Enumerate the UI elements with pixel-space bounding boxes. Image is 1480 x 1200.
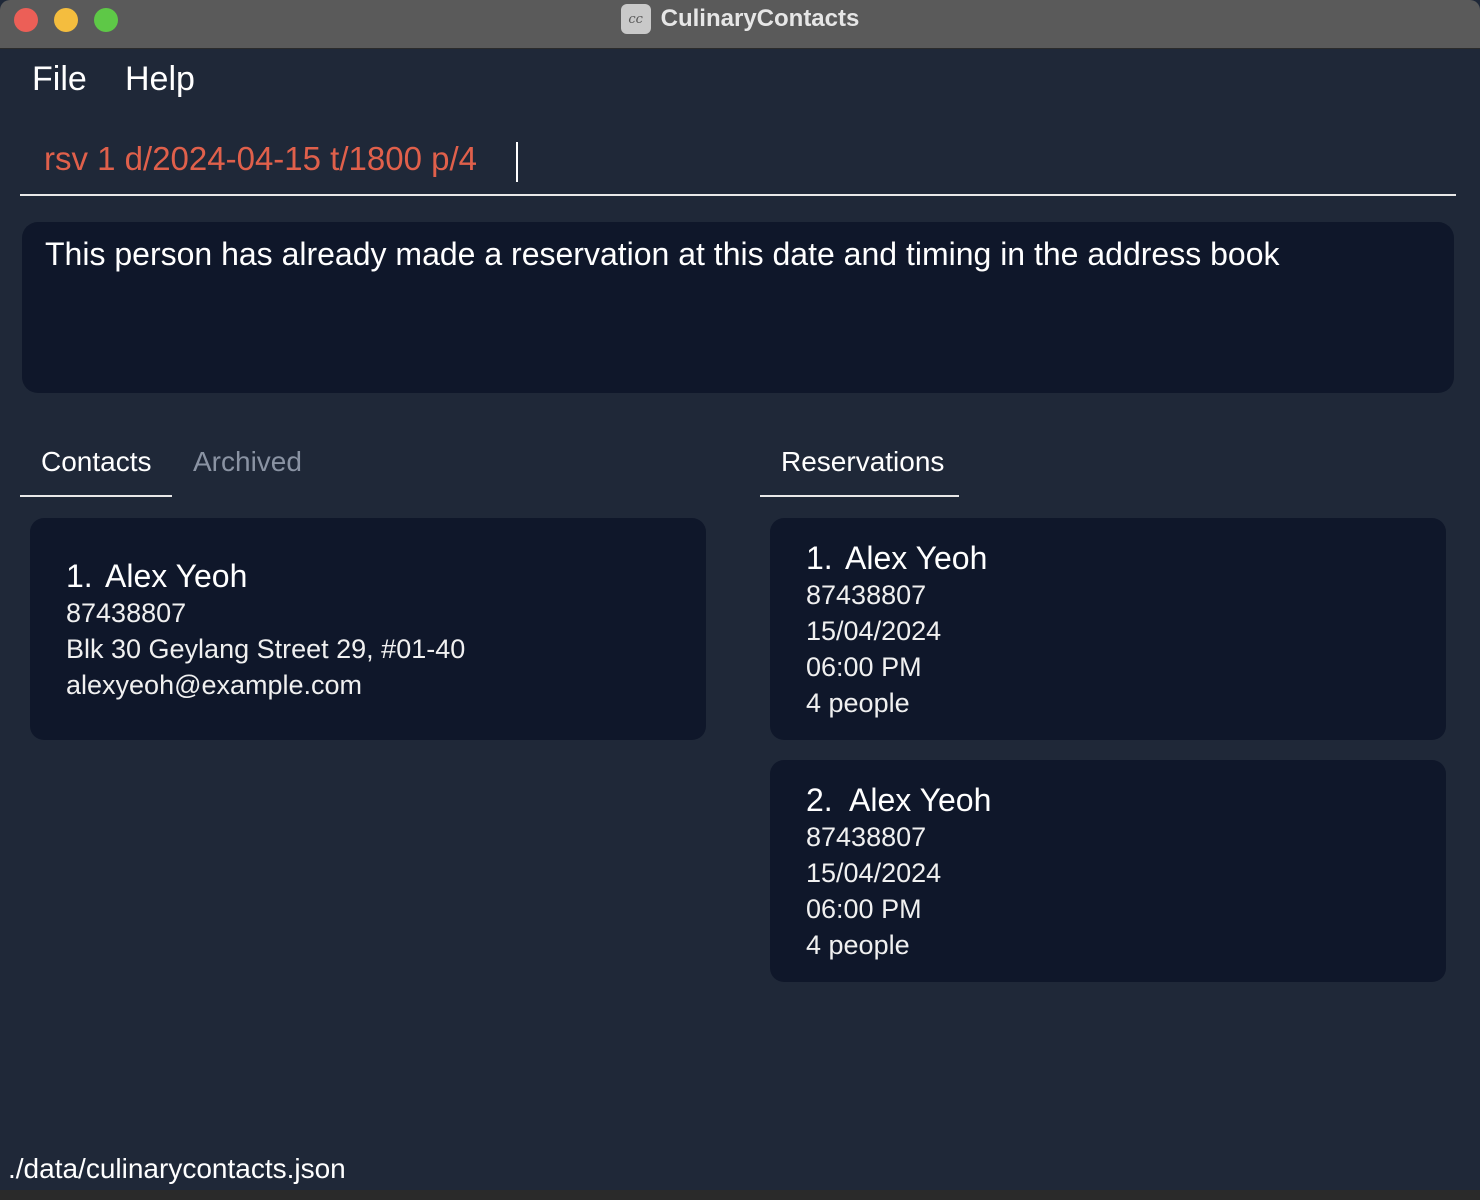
reservation-time: 06:00 PM	[806, 894, 922, 924]
text-cursor	[516, 142, 518, 182]
menu-file[interactable]: File	[32, 60, 87, 99]
reservation-date: 15/04/2024	[806, 858, 942, 888]
tab-reservations[interactable]: Reservations	[781, 446, 944, 478]
status-file-path: ./data/culinarycontacts.json	[8, 1153, 346, 1184]
reservation-phone: 87438807	[806, 580, 927, 610]
reservation-date: 15/04/2024	[806, 616, 942, 646]
app-icon: cc	[620, 4, 651, 34]
contact-name: Alex Yeoh	[105, 558, 248, 594]
result-message: This person has already made a reservati…	[45, 236, 1280, 272]
window-title: CulinaryContacts	[660, 5, 860, 32]
bottom-edge-strip	[0, 1190, 1480, 1200]
result-display: This person has already made a reservati…	[22, 222, 1454, 393]
contact-index: 1.	[66, 558, 93, 594]
tab-contacts[interactable]: Contacts	[41, 446, 152, 478]
contact-email: alexyeoh@example.com	[66, 670, 363, 700]
command-box	[20, 128, 1456, 196]
reservation-index: 1.	[806, 540, 833, 576]
reservation-name: Alex Yeoh	[845, 540, 988, 576]
reservation-card[interactable]: 2. Alex Yeoh 87438807 15/04/2024 06:00 P…	[770, 760, 1446, 982]
command-input[interactable]	[44, 140, 1424, 178]
tab-reservations-underline	[760, 495, 959, 497]
reservation-pax: 4 people	[806, 688, 910, 718]
reservation-index: 2.	[806, 782, 833, 818]
tab-archived[interactable]: Archived	[193, 446, 302, 478]
reservation-time: 06:00 PM	[806, 652, 922, 682]
reservation-card[interactable]: 1. Alex Yeoh 87438807 15/04/2024 06:00 P…	[770, 518, 1446, 740]
menu-help[interactable]: Help	[125, 60, 195, 99]
reservation-pax: 4 people	[806, 930, 910, 960]
window-titlebar: cc CulinaryContacts	[0, 0, 1480, 49]
tab-contacts-underline	[20, 495, 172, 497]
contact-card[interactable]: 1. Alex Yeoh 87438807 Blk 30 Geylang Str…	[30, 518, 706, 740]
reservation-name: Alex Yeoh	[849, 782, 992, 818]
reservation-phone: 87438807	[806, 822, 927, 852]
contact-address: Blk 30 Geylang Street 29, #01-40	[66, 634, 466, 664]
contact-phone: 87438807	[66, 598, 187, 628]
